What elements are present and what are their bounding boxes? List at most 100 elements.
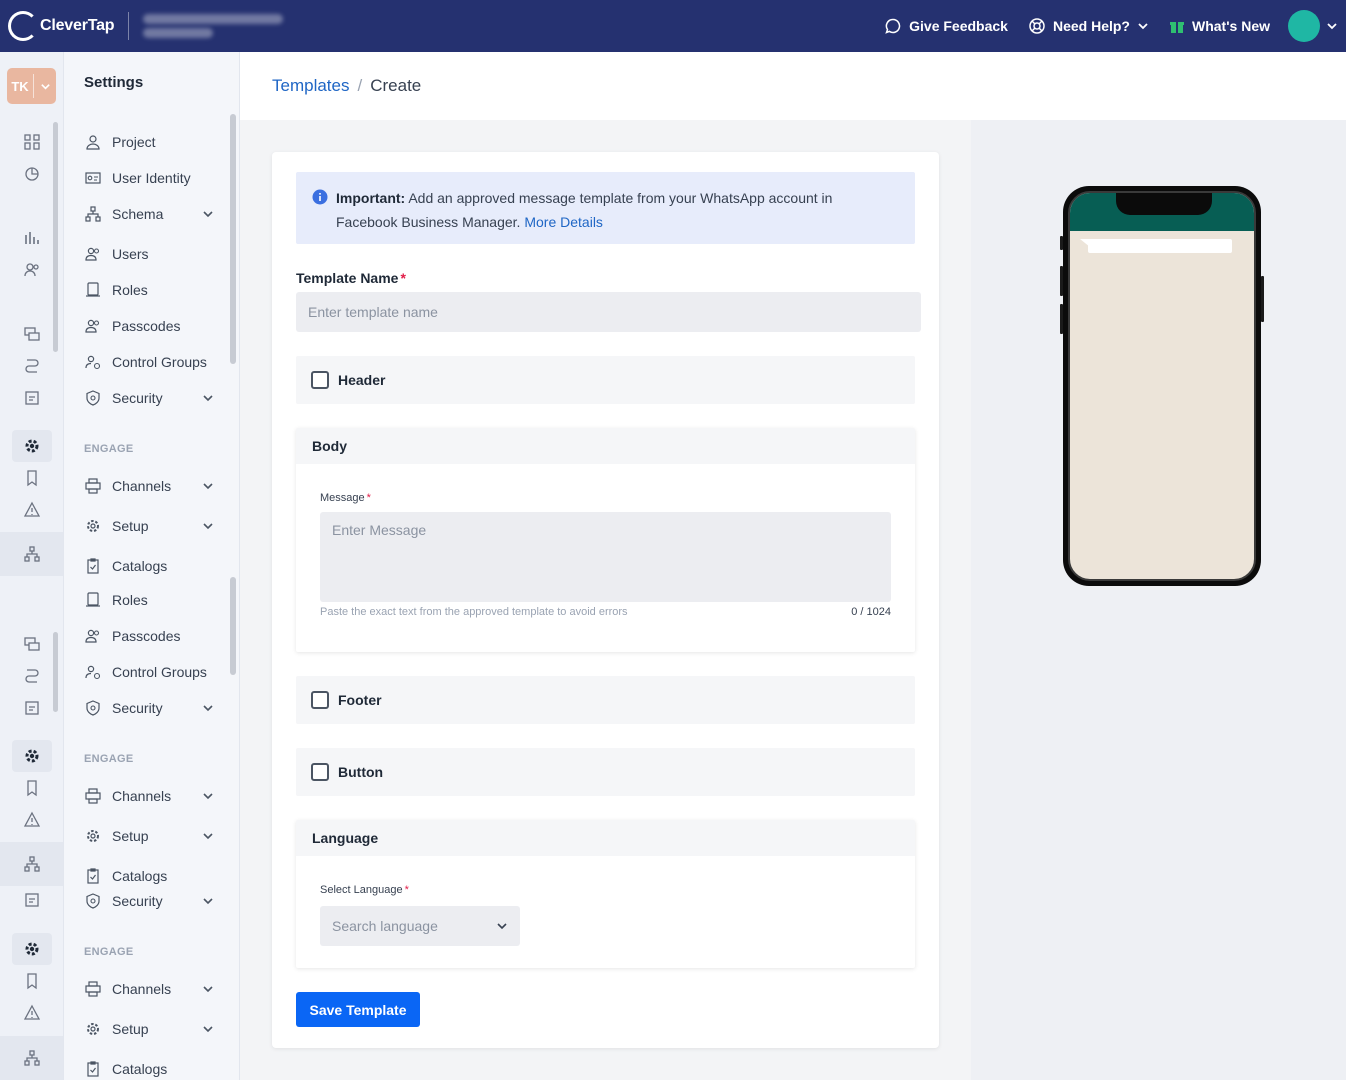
whats-new-button[interactable]: What's New (1169, 18, 1270, 34)
sidebar-item-schema[interactable]: Schema (84, 203, 214, 225)
sidebar-item-catalogs[interactable]: Catalogs (84, 555, 214, 577)
dashboard-icon[interactable] (22, 132, 42, 152)
chevron-down-icon (203, 523, 213, 530)
avatar-chevron-down-icon[interactable] (1326, 20, 1338, 32)
language-section-title: Language (296, 820, 915, 856)
passcodes-icon (84, 317, 102, 335)
hierarchy-icon-3[interactable] (22, 1048, 42, 1068)
top-navigation-bar: CleverTap Give Feedback Need Help? What'… (0, 0, 1346, 52)
sidebar-item-channels-2[interactable]: Channels (84, 785, 214, 807)
give-feedback-button[interactable]: Give Feedback (884, 17, 1008, 35)
sidebar-item-label: Catalogs (112, 1061, 168, 1077)
sidebar-item-setup-3[interactable]: Setup (84, 1018, 214, 1040)
campaigns-icon-2[interactable] (22, 634, 42, 654)
settings-gear-icon-2[interactable] (22, 746, 42, 766)
phone-power-button (1261, 276, 1264, 322)
sidebar-item-setup-2[interactable]: Setup (84, 825, 214, 847)
segments-icon[interactable] (22, 260, 42, 280)
rail-scrollbar-lower[interactable] (53, 632, 58, 712)
sidebar-item-project[interactable]: Project (84, 131, 214, 153)
sidebar-item-label: User Identity (112, 170, 191, 186)
language-select[interactable]: Search language (320, 906, 520, 946)
whatsapp-preview-panel (971, 120, 1346, 1080)
roles-icon (84, 281, 102, 299)
settings-gear-icon[interactable] (22, 436, 42, 456)
bookmark-icon-2[interactable] (22, 778, 42, 798)
language-section: Language Select Language * Search languag… (296, 820, 915, 968)
bookmark-icon[interactable] (22, 468, 42, 488)
save-template-button[interactable]: Save Template (296, 992, 420, 1027)
sidebar-item-label: Users (112, 246, 149, 262)
footer-checkbox[interactable] (311, 691, 329, 709)
breadcrumb-templates-link[interactable]: Templates (272, 76, 349, 96)
sidebar-item-security-3[interactable]: Security (84, 890, 214, 912)
catalog-icon (84, 557, 102, 575)
rail-scrollbar[interactable] (53, 122, 58, 352)
chevron-down-icon (203, 705, 213, 712)
shield-icon (84, 389, 102, 407)
button-checkbox[interactable] (311, 763, 329, 781)
hierarchy-icon-2[interactable] (22, 854, 42, 874)
phone-notch (1116, 193, 1212, 215)
warning-icon-3[interactable] (22, 1003, 42, 1023)
warning-icon-2[interactable] (22, 810, 42, 830)
button-section-toggle[interactable]: Button (296, 748, 915, 796)
gift-icon (1169, 22, 1184, 33)
page-header: Templates / Create (240, 52, 1346, 120)
settings-gear-icon-3[interactable] (22, 939, 42, 959)
sidebar-item-user-identity[interactable]: User Identity (84, 167, 214, 189)
sidebar-item-control-groups-2[interactable]: Control Groups (84, 661, 214, 683)
template-name-input[interactable] (296, 292, 921, 332)
sidebar-item-label: Control Groups (112, 354, 207, 370)
sidebar-item-label: Security (112, 700, 163, 716)
more-details-link[interactable]: More Details (524, 214, 603, 230)
sidebar-item-label: Channels (112, 478, 172, 494)
journeys-icon[interactable] (22, 356, 42, 376)
message-textarea[interactable] (320, 512, 891, 602)
content-icon-2[interactable] (22, 698, 42, 718)
chevron-down-icon (203, 986, 213, 993)
sidebar-item-roles-2[interactable]: Roles (84, 589, 214, 611)
sidebar-item-label: Passcodes (112, 628, 181, 644)
sidebar-scrollbar-lower[interactable] (230, 577, 236, 675)
hierarchy-icon[interactable] (22, 544, 42, 564)
id-card-icon (84, 169, 102, 187)
channels-icon (84, 980, 102, 998)
header-checkbox[interactable] (311, 371, 329, 389)
sidebar-item-catalogs-3[interactable]: Catalogs (84, 1058, 214, 1080)
need-help-dropdown[interactable]: Need Help? (1028, 17, 1149, 35)
sidebar-item-security-2[interactable]: Security (84, 697, 214, 719)
content-icon-3[interactable] (22, 890, 42, 910)
footer-section-toggle[interactable]: Footer (296, 676, 915, 724)
header-section-toggle[interactable]: Header (296, 356, 915, 404)
sidebar-item-label: Channels (112, 981, 172, 997)
phone-side-button (1060, 236, 1063, 250)
account-switcher[interactable] (143, 14, 284, 38)
gear-icon (84, 517, 102, 535)
clevertap-logo[interactable]: CleverTap (8, 11, 115, 41)
sidebar-item-passcodes[interactable]: Passcodes (84, 315, 214, 337)
analytics-icon[interactable] (22, 164, 42, 184)
sidebar-item-users[interactable]: Users (84, 243, 214, 265)
journeys-icon-2[interactable] (22, 666, 42, 686)
sidebar-scrollbar[interactable] (230, 114, 236, 364)
sidebar-item-roles[interactable]: Roles (84, 279, 214, 301)
sidebar-item-passcodes-2[interactable]: Passcodes (84, 625, 214, 647)
campaigns-icon[interactable] (22, 324, 42, 344)
content-icon[interactable] (22, 388, 42, 408)
chevron-down-icon (497, 923, 507, 930)
bar-chart-icon[interactable] (22, 228, 42, 248)
sidebar-item-control-groups[interactable]: Control Groups (84, 351, 214, 373)
user-avatar[interactable] (1288, 10, 1320, 42)
sidebar-item-channels[interactable]: Channels (84, 475, 214, 497)
sidebar-item-setup[interactable]: Setup (84, 515, 214, 537)
account-initials-switcher[interactable]: TK (7, 68, 56, 104)
bookmark-icon-3[interactable] (22, 971, 42, 991)
sidebar-item-security[interactable]: Security (84, 387, 214, 409)
phone-volume-down (1060, 304, 1063, 334)
sidebar-item-channels-3[interactable]: Channels (84, 978, 214, 1000)
sidebar-item-catalogs-2[interactable]: Catalogs (84, 865, 214, 887)
user-initials: TK (11, 78, 29, 94)
need-help-label: Need Help? (1052, 18, 1130, 34)
warning-icon[interactable] (22, 500, 42, 520)
